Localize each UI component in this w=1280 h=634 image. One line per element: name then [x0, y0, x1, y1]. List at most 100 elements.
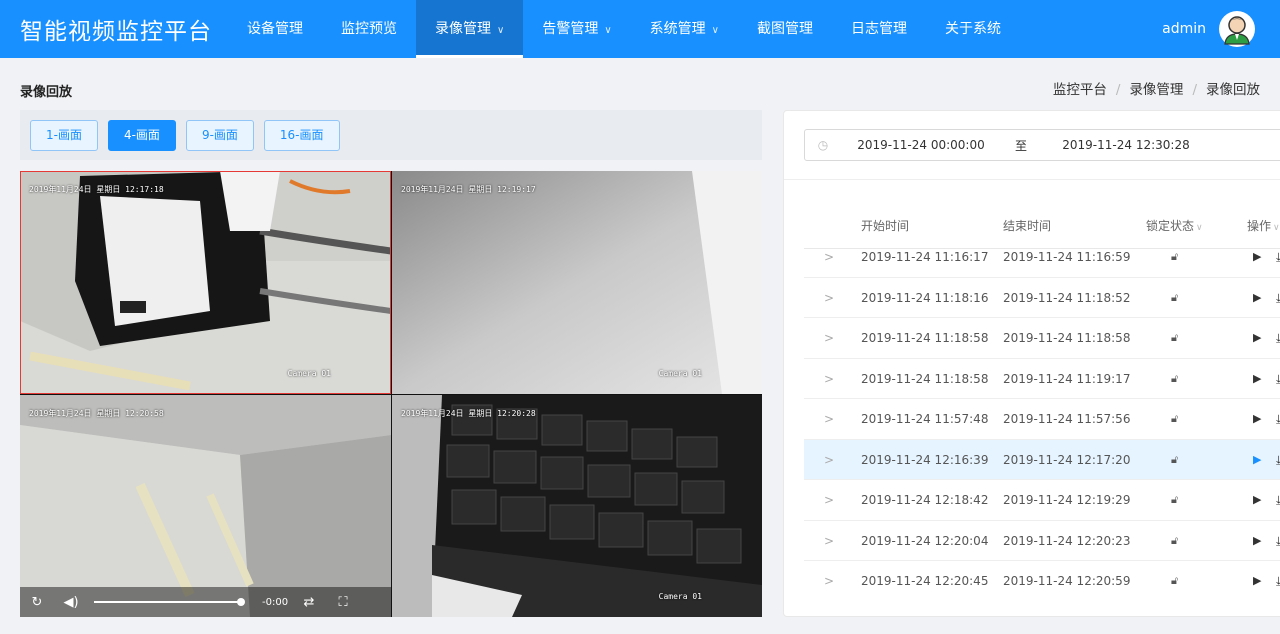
- unlock-icon[interactable]: 🔓︎: [1171, 399, 1178, 439]
- unlock-icon[interactable]: 🔓︎: [1171, 249, 1178, 277]
- play-icon[interactable]: ▶: [1253, 318, 1261, 358]
- play-icon[interactable]: ▶: [1253, 359, 1261, 399]
- camera-view-1[interactable]: 2019年11月24日 星期日 12:17:18 Camera 01: [20, 171, 391, 394]
- progress-handle[interactable]: [237, 598, 245, 606]
- unlock-icon[interactable]: 🔓︎: [1171, 359, 1178, 399]
- nav-item-2[interactable]: 监控预览: [322, 0, 416, 58]
- expand-chevron-icon[interactable]: >: [824, 278, 834, 318]
- download-icon[interactable]: ⤓: [1276, 278, 1280, 318]
- play-icon[interactable]: ▶: [1253, 278, 1261, 318]
- record-end-time: 2019-11-24 11:18:52: [1003, 290, 1131, 305]
- camera-osd-timestamp: 2019年11月24日 星期日 12:20:28: [401, 409, 536, 418]
- record-end-time: 2019-11-24 12:19:29: [1003, 493, 1131, 507]
- record-end-time: 2019-11-24 12:17:20: [1003, 452, 1131, 467]
- breadcrumb-item-record[interactable]: 录像管理: [1129, 82, 1183, 98]
- camera-view-4[interactable]: 2019年11月24日 星期日 12:20:28 Camera 01: [392, 395, 762, 617]
- camera-view-2[interactable]: 2019年11月24日 星期日 12:19:17 Camera 01: [392, 171, 762, 394]
- play-icon[interactable]: ▶: [1253, 440, 1261, 480]
- unlock-icon[interactable]: 🔓︎: [1171, 480, 1178, 520]
- download-icon[interactable]: ⤓: [1276, 440, 1280, 480]
- switch-icon[interactable]: ⇄: [292, 595, 326, 610]
- expand-chevron-icon[interactable]: >: [824, 440, 834, 480]
- range-end-input[interactable]: 2019-11-24 12:30:28: [1041, 138, 1211, 152]
- column-header-lock[interactable]: 锁定状态 ∨: [1146, 217, 1203, 234]
- expand-chevron-icon[interactable]: >: [824, 249, 834, 277]
- record-start-time: 2019-11-24 11:57:48: [861, 412, 989, 426]
- record-end-time: 2019-11-24 11:57:56: [1003, 412, 1131, 426]
- nav-item-label: 日志管理: [850, 21, 907, 37]
- table-row[interactable]: >2019-11-24 12:20:45 2019-11-24 12:20:59 🔓…: [804, 561, 1280, 599]
- nav-item-5[interactable]: 系统管理 ∨: [631, 0, 738, 58]
- unlock-icon[interactable]: 🔓︎: [1171, 440, 1178, 480]
- playback-progress-bar[interactable]: [94, 598, 245, 606]
- unlock-icon[interactable]: 🔓︎: [1171, 318, 1178, 358]
- layout-button-1[interactable]: 1-画面: [30, 119, 98, 151]
- column-header-start: 开始时间: [861, 219, 910, 233]
- expand-chevron-icon[interactable]: >: [824, 399, 834, 439]
- expand-chevron-icon[interactable]: >: [824, 359, 834, 399]
- video-grid: 2019年11月24日 星期日 12:17:18 Camera 01 2019年…: [20, 171, 762, 617]
- table-row[interactable]: >2019-11-24 11:18:58 2019-11-24 11:18:58 🔓…: [804, 318, 1280, 359]
- nav-item-7[interactable]: 日志管理: [832, 0, 926, 58]
- layout-button-2[interactable]: 4-画面: [107, 119, 176, 151]
- camera-frame-image: [20, 171, 391, 394]
- table-row[interactable]: >2019-11-24 11:18:58 2019-11-24 11:19:17 🔓…: [804, 359, 1280, 399]
- column-header-ops[interactable]: 操作 ∨: [1247, 217, 1280, 234]
- record-end-time: 2019-11-24 12:20:23: [1003, 533, 1131, 548]
- main-nav: 设备管理 监控预览 录像管理 ∨ 告警管理 ∨ 系统管理 ∨ 截图管理 日志管理 关于系统: [228, 0, 1020, 58]
- record-end-time: 2019-11-24 11:19:17: [1003, 371, 1131, 386]
- nav-item-1[interactable]: 设备管理: [228, 0, 322, 58]
- download-icon[interactable]: ⤓: [1276, 318, 1280, 358]
- record-end-time: 2019-11-24 12:20:59: [1003, 574, 1131, 588]
- chevron-down-icon: ∨: [1196, 223, 1203, 233]
- fullscreen-icon[interactable]: ⛶: [326, 595, 360, 610]
- date-range-picker[interactable]: ◷ 2019-11-24 00:00:00 至 2019-11-24 12:30…: [804, 129, 1280, 161]
- range-start-input[interactable]: 2019-11-24 00:00:00: [841, 138, 1001, 152]
- table-row[interactable]: >2019-11-24 12:16:39 2019-11-24 12:17:20 🔓…: [804, 439, 1280, 480]
- record-start-time: 2019-11-24 12:20:04: [861, 533, 989, 548]
- table-row[interactable]: >2019-11-24 12:18:42 2019-11-24 12:19:29 🔓…: [804, 480, 1280, 521]
- download-icon[interactable]: ⤓: [1276, 249, 1280, 277]
- expand-chevron-icon[interactable]: >: [824, 318, 834, 358]
- camera-name: Camera 01: [287, 369, 331, 378]
- record-start-time: 2019-11-24 11:18:58: [861, 331, 989, 345]
- download-icon[interactable]: ⤓: [1276, 480, 1280, 520]
- table-row[interactable]: >2019-11-24 11:18:16 2019-11-24 11:18:52 🔓…: [804, 278, 1280, 318]
- record-list-panel: ◷ 2019-11-24 00:00:00 至 2019-11-24 12:30…: [783, 110, 1280, 617]
- expand-chevron-icon[interactable]: >: [824, 480, 834, 520]
- layout-button-3[interactable]: 9-画面: [185, 119, 254, 151]
- table-row[interactable]: >2019-11-24 12:20:04 2019-11-24 12:20:23 🔓…: [804, 521, 1280, 561]
- download-icon[interactable]: ⤓: [1276, 521, 1280, 561]
- nav-item-3[interactable]: 录像管理 ∨: [416, 0, 524, 58]
- expand-chevron-icon[interactable]: >: [824, 521, 834, 561]
- table-row[interactable]: >2019-11-24 11:57:48 2019-11-24 11:57:56 🔓…: [804, 399, 1280, 440]
- play-icon[interactable]: ▶: [1253, 521, 1261, 561]
- download-icon[interactable]: ⤓: [1276, 399, 1280, 439]
- camera-view-3[interactable]: 2019年11月24日 星期日 12:20:58 ↻ ◀) -0:00 ⇄ ⛶: [20, 395, 391, 617]
- nav-item-label: 监控预览: [341, 21, 397, 37]
- table-row[interactable]: >2019-11-24 11:16:17 2019-11-24 11:16:59 🔓…: [804, 249, 1280, 278]
- download-icon[interactable]: ⤓: [1276, 359, 1280, 399]
- replay-icon[interactable]: ↻: [20, 595, 54, 610]
- breadcrumb-item-home[interactable]: 监控平台: [1053, 82, 1107, 98]
- user-avatar-icon[interactable]: [1218, 10, 1256, 48]
- table-header: 开始时间 结束时间 锁定状态 ∨ 操作 ∨: [804, 217, 1280, 249]
- unlock-icon[interactable]: 🔓︎: [1171, 561, 1178, 599]
- record-start-time: 2019-11-24 11:18:16: [861, 290, 989, 305]
- expand-chevron-icon[interactable]: >: [824, 561, 834, 599]
- nav-item-4[interactable]: 告警管理 ∨: [523, 0, 630, 58]
- play-icon[interactable]: ▶: [1253, 399, 1261, 439]
- layout-button-4[interactable]: 16-画面: [263, 119, 340, 151]
- unlock-icon[interactable]: 🔓︎: [1171, 521, 1178, 561]
- nav-item-8[interactable]: 关于系统: [926, 0, 1020, 58]
- nav-item-6[interactable]: 截图管理: [738, 0, 832, 58]
- range-separator: 至: [1014, 138, 1027, 153]
- download-icon[interactable]: ⤓: [1276, 561, 1280, 599]
- play-icon[interactable]: ▶: [1253, 480, 1261, 520]
- volume-icon[interactable]: ◀): [54, 595, 88, 610]
- unlock-icon[interactable]: 🔓︎: [1171, 278, 1178, 318]
- play-icon[interactable]: ▶: [1253, 561, 1261, 599]
- play-icon[interactable]: ▶: [1253, 249, 1261, 277]
- camera-osd-timestamp: 2019年11月24日 星期日 12:20:58: [29, 409, 164, 418]
- user-menu[interactable]: admin: [1162, 0, 1256, 58]
